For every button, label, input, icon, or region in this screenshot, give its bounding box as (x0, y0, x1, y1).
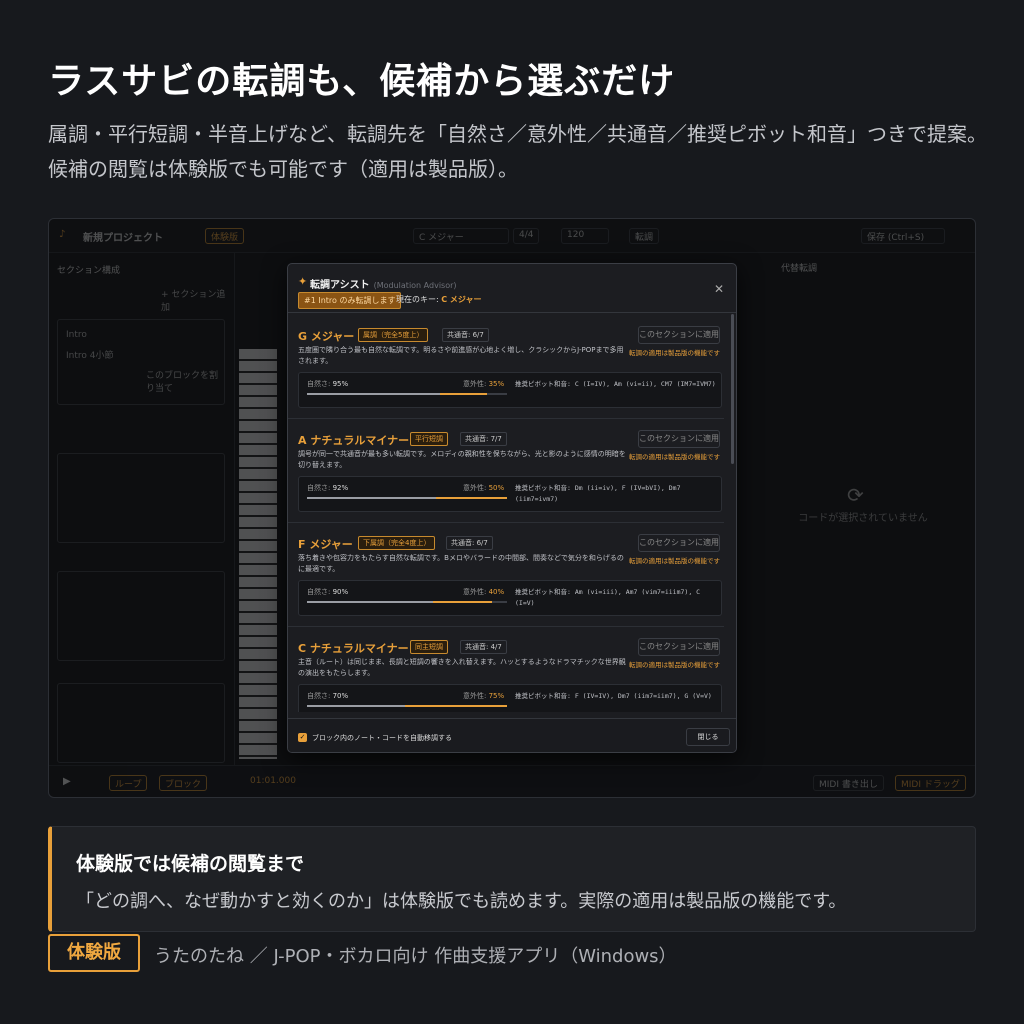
section-card[interactable] (57, 683, 225, 763)
pivot-chords: 推奨ピボット和音: F (IV=IV), Dm7 (iim7=iim7), G … (515, 692, 712, 700)
apply-button[interactable]: このセクションに適用 (638, 638, 720, 656)
apply-note: 転調の適用は製品版の機能です (629, 453, 720, 461)
scope-badge: #1 Intro のみ転調します (298, 292, 402, 309)
midi-export-button[interactable]: MIDI 書き出し (813, 775, 884, 791)
time-readout: 01:01.000 (250, 776, 296, 786)
metric-bar (307, 497, 507, 499)
naturalness: 自然さ: 92% (307, 484, 349, 492)
candidate-list[interactable]: G メジャー 属調（完全5度上） 共通音: 6/7 五度圏で隣り合う最も自然な転… (288, 314, 734, 712)
apply-note: 転調の適用は製品版の機能です (629, 661, 720, 669)
naturalness: 自然さ: 95% (307, 380, 349, 388)
trial-callout: 体験版では候補の閲覧まで 「どの調へ、なぜ動かすと効くのか」は体験版でも読めます… (48, 826, 976, 932)
page-subtitle-line2: 候補の閲覧は体験版でも可能です（適用は製品版）。 (48, 157, 518, 181)
section-card-intro[interactable]: Intro Intro 4小節 このブロックを割り当て (57, 319, 225, 405)
project-title: 新規プロジェクト (83, 233, 163, 244)
candidate-description: 調号が同一で共通音が最も多い転調です。メロディの親和性を保ちながら、光と影のよう… (298, 450, 626, 469)
apply-button[interactable]: このセクションに適用 (638, 534, 720, 552)
midi-drag-button[interactable]: MIDI ドラッグ (895, 775, 966, 791)
metric-bar (307, 705, 507, 707)
metric-bar (307, 393, 507, 395)
pivot-chords: 推奨ピボット和音: Am (vi=iii), Am7 (vim7=iiim7),… (515, 588, 701, 607)
candidate-description: 主音（ルート）は同じまま、長調と短調の響きを入れ替えます。ハッとするようなドラマ… (298, 658, 626, 677)
app-screenshot: ♪ 新規プロジェクト 体験版 C メジャー 4/4 120 転調 保存 (Ctr… (48, 218, 976, 798)
surprise: 意外性: 75% (463, 692, 505, 700)
candidate-key: G メジャー (298, 330, 355, 343)
section-card[interactable] (57, 453, 225, 543)
loop-button[interactable]: ループ (109, 775, 148, 791)
metric-bar (307, 601, 507, 603)
candidate-description: 落ち着きや包容力をもたらす自然な転調です。Bメロやバラードの中間部、間奏などで気… (298, 554, 624, 573)
common-tones: 共通音: 6/7 (442, 328, 489, 342)
callout-heading: 体験版では候補の閲覧まで (76, 853, 305, 875)
metrics-box: 自然さ: 70% 意外性: 75% 推奨ピボット和音: F (IV=IV), D… (298, 684, 722, 712)
section-name: Intro (66, 330, 87, 340)
surprise: 意外性: 35% (463, 380, 505, 388)
common-tones: 共通音: 4/7 (460, 640, 507, 654)
common-tones: 共通音: 7/7 (460, 432, 507, 446)
music-note-icon: ♪ (59, 229, 66, 240)
naturalness: 自然さ: 90% (307, 588, 349, 596)
trial-badge: 体験版 (48, 934, 140, 972)
save-button[interactable]: 保存 (Ctrl+S) (861, 228, 945, 244)
copy-block-button[interactable]: このブロックを割り当て (146, 368, 224, 394)
candidate-tag: 平行短調 (410, 432, 448, 446)
page-title: ラスサビの転調も、候補から選ぶだけ (48, 61, 676, 102)
auto-transpose-checkbox[interactable]: ✓ (298, 733, 307, 742)
section-panel: セクション構成 + セクション追加 Intro Intro 4小節 このブロック… (49, 253, 235, 765)
apply-note: 転調の適用は製品版の機能です (629, 349, 720, 357)
app-toolbar: ♪ 新規プロジェクト 体験版 C メジャー 4/4 120 転調 保存 (Ctr… (49, 219, 975, 253)
sparkle-icon: ✦ (298, 275, 308, 288)
metrics-box: 自然さ: 92% 意外性: 50% 推奨ピボット和音: Dm (ii=iv), … (298, 476, 722, 512)
piano-roll-keys (239, 349, 277, 759)
dialog-footer: ✓ ブロック内のノート・コードを自動移調する 閉じる (288, 718, 736, 752)
candidate-key: C ナチュラルマイナー (298, 642, 409, 655)
apply-button[interactable]: このセクションに適用 (638, 326, 720, 344)
metrics-box: 自然さ: 95% 意外性: 35% 推奨ピボット和音: C (I=IV), Am… (298, 372, 722, 408)
tab-alt-modulation[interactable]: 代替転調 (781, 261, 817, 274)
callout-body: 「どの調へ、なぜ動かすと効くのか」は体験版でも読めます。実際の適用は製品版の機能… (76, 891, 847, 912)
auto-transpose-label: ブロック内のノート・コードを自動移調する (312, 734, 452, 742)
common-tones: 共通音: 6/7 (446, 536, 493, 550)
trial-tag: 体験版 (205, 228, 245, 244)
no-chord-message: コードが選択されていません (798, 513, 928, 524)
key-select[interactable]: C メジャー (413, 228, 509, 244)
metrics-box: 自然さ: 90% 意外性: 40% 推奨ピボット和音: Am (vi=iii),… (298, 580, 722, 616)
time-signature-select[interactable]: 4/4 (513, 228, 540, 244)
naturalness: 自然さ: 70% (307, 692, 349, 700)
pivot-chords: 推奨ピボット和音: Dm (ii=iv), F (IV=bVI), Dm7 (i… (515, 484, 681, 503)
candidate-tag: 属調（完全5度上） (358, 328, 429, 342)
tempo-input[interactable]: 120 (561, 228, 609, 244)
add-section-button[interactable]: + セクション追加 (161, 287, 234, 313)
modulate-button[interactable]: 転調 (629, 228, 660, 244)
candidate-key: A ナチュラルマイナー (298, 434, 410, 447)
close-icon[interactable]: ✕ (714, 282, 724, 296)
apply-note: 転調の適用は製品版の機能です (629, 557, 720, 565)
page-subtitle-line1: 属調・平行短調・半音上げなど、転調先を「自然さ／意外性／共通音／推奨ピボット和音… (48, 122, 987, 146)
dialog-title: 転調アシスト (Modulation Advisor) (310, 280, 457, 291)
candidate-tag: 同主短調 (410, 640, 448, 654)
current-key: 現在のキー: C メジャー (396, 295, 482, 304)
apply-button[interactable]: このセクションに適用 (638, 430, 720, 448)
surprise: 意外性: 40% (463, 588, 505, 596)
close-button[interactable]: 閉じる (686, 728, 730, 746)
footer-text: うたのたね ／ J-POP・ボカロ向け 作曲支援アプリ（Windows） (154, 946, 677, 967)
scrollbar[interactable] (731, 314, 734, 464)
surprise: 意外性: 50% (463, 484, 505, 492)
play-icon[interactable]: ▶ (63, 776, 71, 787)
candidate-tag: 下属調（完全4度上） (358, 536, 436, 550)
pivot-chords: 推奨ピボット和音: C (I=IV), Am (vi=ii), CM7 (IM7… (515, 380, 716, 388)
modulation-advisor-dialog: ✦ 転調アシスト (Modulation Advisor) ✕ #1 Intro … (287, 263, 737, 753)
candidate-key: F メジャー (298, 538, 353, 551)
tab-sections[interactable]: セクション構成 (57, 263, 120, 276)
candidate-description: 五度圏で隣り合う最も自然な転調です。明るさや前進感が心地よく増し、クラシックから… (298, 346, 624, 365)
transport-bar: ▶ ループ ブロック 01:01.000 MIDI 書き出し MIDI ドラッグ (49, 765, 975, 797)
section-card[interactable] (57, 571, 225, 661)
refresh-icon: ⟳ (847, 483, 864, 507)
section-sub: Intro 4小節 (66, 351, 114, 361)
block-button[interactable]: ブロック (159, 775, 208, 791)
